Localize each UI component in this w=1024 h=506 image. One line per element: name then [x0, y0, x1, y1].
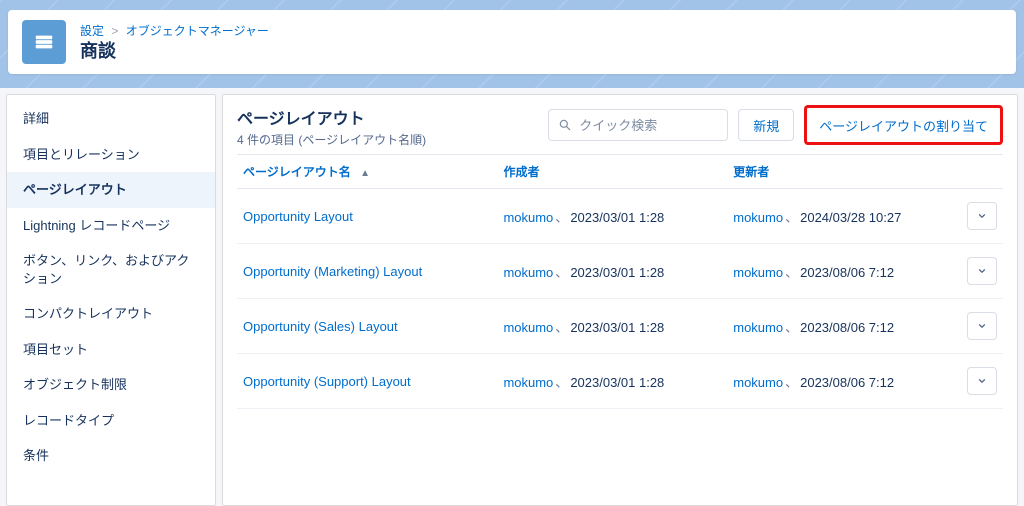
breadcrumb-setup[interactable]: 設定	[80, 24, 104, 38]
page-layout-assignment-button[interactable]: ページレイアウトの割り当て	[804, 105, 1003, 145]
updater-user-link[interactable]: mokumo	[733, 320, 783, 335]
creator-date: 2023/03/01 1:28	[570, 320, 664, 335]
creator-user-link[interactable]: mokumo	[503, 320, 553, 335]
updater-date: 2023/08/06 7:12	[800, 265, 894, 280]
user-date-separator: 、	[555, 375, 568, 390]
sidebar-item-field-sets[interactable]: 項目セット	[7, 332, 215, 368]
page-layout-table: ページレイアウト名 ▲ 作成者 更新者 Opportunity Layout mo…	[237, 154, 1003, 409]
creator-user-link[interactable]: mokumo	[503, 375, 553, 390]
col-header-updater[interactable]: 更新者	[727, 155, 957, 189]
sidebar-item-page-layouts[interactable]: ページレイアウト	[7, 172, 215, 208]
sidebar-item-record-types[interactable]: レコードタイプ	[7, 403, 215, 439]
table-row: Opportunity Layoutmokumo、2023/03/01 1:28…	[237, 189, 1003, 244]
sidebar-item-compact-layouts[interactable]: コンパクトレイアウト	[7, 296, 215, 332]
sidebar-item-details[interactable]: 詳細	[7, 101, 215, 137]
updater-date: 2024/03/28 10:27	[800, 210, 901, 225]
table-row: Opportunity (Support) Layoutmokumo、2023/…	[237, 354, 1003, 409]
table-row: Opportunity (Sales) Layoutmokumo、2023/03…	[237, 299, 1003, 354]
user-date-separator: 、	[785, 375, 798, 390]
sidebar-item-buttons-links[interactable]: ボタン、リンク、およびアクション	[7, 243, 215, 296]
object-icon	[22, 20, 66, 64]
creator-user-link[interactable]: mokumo	[503, 210, 553, 225]
layout-name-link[interactable]: Opportunity Layout	[243, 209, 353, 224]
chevron-down-icon	[977, 376, 987, 386]
chevron-down-icon	[977, 321, 987, 331]
breadcrumb-separator: >	[111, 24, 118, 38]
row-actions-menu[interactable]	[967, 367, 997, 395]
list-subtitle: 4 件の項目 (ページレイアウト名順)	[237, 131, 426, 148]
user-date-separator: 、	[785, 265, 798, 280]
col-header-name-label: ページレイアウト名	[243, 165, 351, 179]
updater-date: 2023/08/06 7:12	[800, 375, 894, 390]
user-date-separator: 、	[555, 320, 568, 335]
user-date-separator: 、	[555, 265, 568, 280]
updater-user-link[interactable]: mokumo	[733, 375, 783, 390]
user-date-separator: 、	[785, 210, 798, 225]
creator-date: 2023/03/01 1:28	[570, 265, 664, 280]
layout-name-link[interactable]: Opportunity (Sales) Layout	[243, 319, 398, 334]
chevron-down-icon	[977, 266, 987, 276]
sidebar-item-lightning-pages[interactable]: Lightning レコードページ	[7, 208, 215, 244]
creator-user-link[interactable]: mokumo	[503, 265, 553, 280]
sort-ascending-icon: ▲	[360, 168, 370, 179]
row-actions-menu[interactable]	[967, 202, 997, 230]
sidebar-item-object-limits[interactable]: オブジェクト制限	[7, 367, 215, 403]
row-actions-menu[interactable]	[967, 312, 997, 340]
sidebar-item-conditions[interactable]: 条件	[7, 438, 215, 474]
creator-date: 2023/03/01 1:28	[570, 375, 664, 390]
updater-user-link[interactable]: mokumo	[733, 265, 783, 280]
row-actions-menu[interactable]	[967, 257, 997, 285]
page-title: 商談	[80, 41, 269, 63]
list-title: ページレイアウト	[237, 105, 426, 129]
main-panel: ページレイアウト 4 件の項目 (ページレイアウト名順) 新規 ページレイアウト…	[222, 94, 1018, 506]
col-header-name[interactable]: ページレイアウト名 ▲	[237, 155, 497, 189]
layout-name-link[interactable]: Opportunity (Marketing) Layout	[243, 264, 422, 279]
updater-user-link[interactable]: mokumo	[733, 210, 783, 225]
col-header-creator[interactable]: 作成者	[497, 155, 727, 189]
breadcrumb: 設定 > オブジェクトマネージャー	[80, 22, 269, 39]
layout-name-link[interactable]: Opportunity (Support) Layout	[243, 374, 411, 389]
user-date-separator: 、	[555, 210, 568, 225]
creator-date: 2023/03/01 1:28	[570, 210, 664, 225]
updater-date: 2023/08/06 7:12	[800, 320, 894, 335]
user-date-separator: 、	[785, 320, 798, 335]
new-button[interactable]: 新規	[738, 109, 794, 141]
sidebar: 詳細 項目とリレーション ページレイアウト Lightning レコードページ …	[6, 94, 216, 506]
breadcrumb-object-manager[interactable]: オブジェクトマネージャー	[126, 24, 269, 38]
table-row: Opportunity (Marketing) Layoutmokumo、202…	[237, 244, 1003, 299]
page-header: 設定 > オブジェクトマネージャー 商談	[8, 10, 1016, 74]
sidebar-item-fields-relations[interactable]: 項目とリレーション	[7, 137, 215, 173]
quick-find-input[interactable]	[548, 109, 728, 141]
chevron-down-icon	[977, 211, 987, 221]
